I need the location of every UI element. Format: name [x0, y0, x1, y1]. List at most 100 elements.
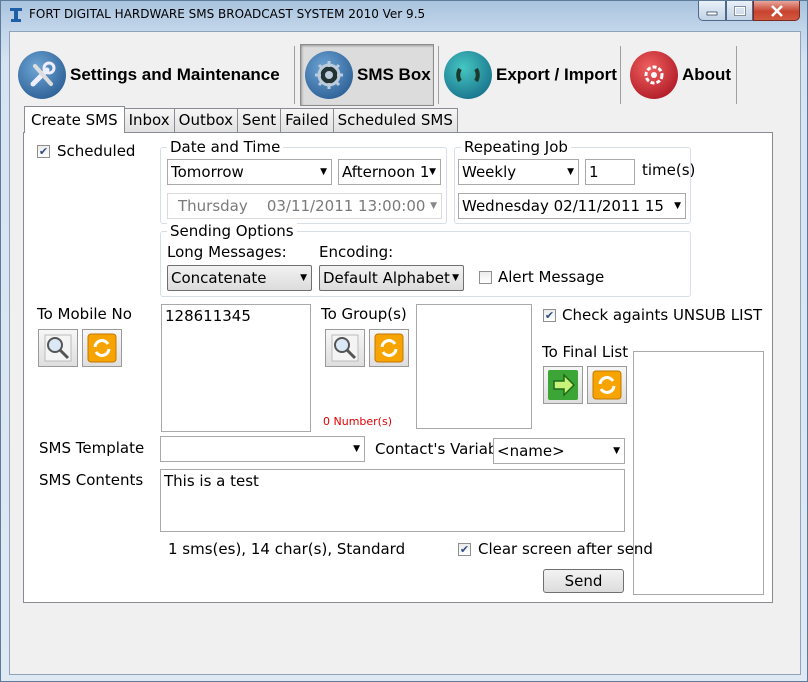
contact-variable-label: Contact's Variab [375, 440, 493, 458]
chevron-down-icon: ▼ [567, 167, 574, 177]
maximize-button[interactable] [726, 1, 753, 21]
title-bar: FORT DIGITAL HARDWARE SMS BROADCAST SYST… [1, 1, 807, 29]
tools-icon [18, 51, 66, 99]
chevron-down-icon: ▼ [300, 273, 307, 283]
toolbar-divider [294, 46, 295, 104]
sms-stats: 1 sms(es), 14 char(s), Standard [168, 540, 406, 558]
tab-outbox[interactable]: Outbox [173, 108, 238, 132]
frequency-select-value: Weekly [462, 163, 517, 181]
search-groups-button[interactable] [325, 329, 365, 367]
tab-failed[interactable]: Failed [280, 108, 334, 132]
to-mobile-label: To Mobile No [37, 305, 132, 323]
client-area: Settings and Maintenance SMS Box Export … [9, 31, 801, 675]
frequency-select[interactable]: Weekly ▼ [458, 159, 579, 185]
clear-screen-checkbox[interactable]: ✔ [458, 543, 471, 556]
help-icon [630, 51, 678, 99]
nav-export-import-button[interactable]: Export / Import [444, 44, 622, 106]
refresh-groups-button[interactable] [369, 329, 409, 367]
contact-variable-value: <name> [497, 442, 565, 460]
sms-template-select[interactable]: ▼ [160, 436, 365, 462]
scheduled-checkbox[interactable]: ✔ [37, 145, 50, 158]
search-icon [44, 334, 72, 362]
contact-variable-select[interactable]: <name> ▼ [493, 438, 625, 464]
unsub-checkbox[interactable]: ✔ [543, 309, 556, 322]
long-messages-label: Long Messages: [167, 243, 287, 261]
tab-scheduled-sms[interactable]: Scheduled SMS [332, 108, 458, 132]
refresh-icon [87, 333, 117, 363]
repeat-until-picker[interactable]: Wednesday 02/11/2011 15 ▼ [458, 193, 686, 219]
repeat-until-value: Wednesday 02/11/2011 15 [462, 197, 664, 215]
long-messages-value: Concatenate [171, 269, 267, 287]
nav-settings-label: Settings and Maintenance [70, 65, 280, 84]
chevron-down-icon: ▼ [613, 446, 620, 456]
sms-template-label: SMS Template [39, 439, 145, 457]
clear-screen-label: Clear screen after send [478, 540, 653, 558]
sending-options-title: Sending Options [167, 222, 297, 240]
sms-box-tabs: Create SMS Inbox Outbox Sent Failed Sche… [24, 106, 458, 133]
window-title: FORT DIGITAL HARDWARE SMS BROADCAST SYST… [29, 7, 426, 21]
encoding-value: Default Alphabet [323, 269, 450, 287]
chevron-down-icon: ▼ [674, 201, 681, 211]
tab-create-sms[interactable]: Create SMS [24, 106, 125, 133]
main-toolbar: Settings and Maintenance SMS Box Export … [18, 40, 798, 110]
close-button[interactable] [753, 1, 800, 21]
times-label: time(s) [642, 161, 696, 179]
to-groups-label: To Group(s) [321, 305, 407, 323]
minimize-icon [706, 11, 718, 15]
datetime-picker[interactable]: Thursday 03/11/2011 13:00:00 ▼ [167, 193, 442, 219]
gear-icon [305, 51, 353, 99]
encoding-select[interactable]: Default Alphabet ▼ [319, 265, 464, 291]
refresh-icon [374, 333, 404, 363]
mobile-numbers-textarea[interactable]: 128611345 [161, 304, 311, 432]
repeating-job-title: Repeating Job [461, 138, 571, 156]
period-select-value: Afternoon 1 [342, 163, 430, 181]
create-sms-panel: ✔ Scheduled Date and Time Tomorrow ▼ Afte… [23, 132, 773, 603]
app-window: FORT DIGITAL HARDWARE SMS BROADCAST SYST… [0, 0, 808, 682]
tab-sent[interactable]: Sent [236, 108, 282, 132]
unsub-label: Check againts UNSUB LIST [562, 306, 763, 324]
app-logo-icon [10, 8, 22, 22]
nav-export-import-label: Export / Import [496, 65, 617, 84]
arrow-right-icon [548, 370, 578, 400]
nav-settings-button[interactable]: Settings and Maintenance [18, 44, 288, 106]
final-list-label: To Final List [542, 343, 629, 361]
nav-sms-box-button[interactable]: SMS Box [300, 44, 434, 106]
chevron-down-icon: ▼ [430, 201, 437, 211]
refresh-mobile-button[interactable] [82, 329, 122, 367]
search-icon [331, 334, 359, 362]
times-input[interactable]: 1 [585, 159, 635, 185]
period-select[interactable]: Afternoon 1 ▼ [338, 159, 441, 185]
nav-about-button[interactable]: About [630, 44, 740, 106]
encoding-label: Encoding: [319, 243, 394, 261]
tab-inbox[interactable]: Inbox [123, 108, 175, 132]
chevron-down-icon: ▼ [429, 167, 436, 177]
alert-message-checkbox[interactable] [479, 271, 492, 284]
toolbar-divider [438, 46, 439, 104]
minimize-button[interactable] [698, 1, 726, 21]
date-time-title: Date and Time [167, 138, 284, 156]
nav-sms-box-label: SMS Box [357, 65, 431, 84]
day-select-value: Tomorrow [171, 163, 244, 181]
toolbar-divider [620, 46, 621, 104]
refresh-icon [592, 370, 622, 400]
search-contacts-button[interactable] [38, 329, 78, 367]
send-button[interactable]: Send [543, 569, 624, 593]
chevron-down-icon: ▼ [320, 167, 327, 177]
group-count-label: 0 Number(s) [323, 415, 392, 428]
toolbar-divider [736, 46, 737, 104]
sms-contents-textarea[interactable]: This is a test [160, 469, 625, 532]
groups-list[interactable] [416, 304, 532, 429]
add-to-final-list-button[interactable] [543, 366, 583, 404]
chevron-down-icon: ▼ [353, 444, 360, 454]
long-messages-select[interactable]: Concatenate ▼ [167, 265, 312, 291]
chevron-down-icon: ▼ [452, 273, 459, 283]
scheduled-label: Scheduled [57, 142, 136, 160]
refresh-final-list-button[interactable] [587, 366, 627, 404]
datetime-picker-value: Thursday 03/11/2011 13:00:00 [178, 197, 426, 215]
close-icon [770, 4, 783, 17]
day-select[interactable]: Tomorrow ▼ [167, 159, 332, 185]
nav-about-label: About [682, 65, 732, 84]
final-list[interactable] [633, 351, 764, 595]
alert-message-label: Alert Message [498, 268, 605, 286]
maximize-icon [733, 5, 746, 16]
